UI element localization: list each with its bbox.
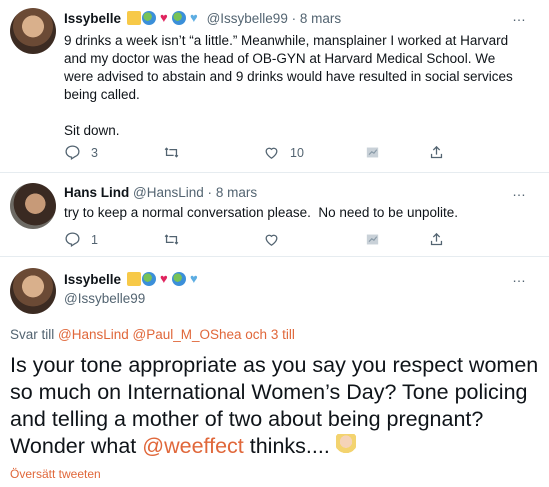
analytics-button[interactable] [364,144,381,161]
reply-icon [65,145,80,161]
mention-link[interactable]: @weeffect [142,434,244,458]
reply-to-line: Svar till @HansLind @Paul_M_OShea och 3 … [10,327,295,342]
reply-count: 1 [91,232,98,247]
separator-dot: · [291,11,297,26]
others-link[interactable]: och 3 till [242,327,295,342]
analytics-icon [366,147,379,158]
earth-icon [171,272,186,286]
share-icon [430,232,443,246]
like-count: 10 [290,145,304,160]
display-name[interactable]: Issybelle [64,11,121,26]
reply-prefix: Svar till [10,327,59,342]
avatar[interactable] [10,268,56,314]
tweet-issybelle-1[interactable]: Issybelle ♥ ♥ @Issybelle99 · 8 mars … 9 … [0,0,549,170]
earth-icon [141,11,156,25]
family-icon [126,11,141,25]
like-button[interactable] [263,231,280,248]
reply-button[interactable]: 3 [64,144,98,161]
heart-icon: ♥ [159,271,168,286]
reply-button[interactable]: 1 [64,231,98,248]
woman-shrugging-icon [335,434,356,456]
more-options-icon[interactable]: … [512,269,527,285]
retweet-button[interactable] [163,231,180,248]
share-icon [430,145,443,159]
analytics-button[interactable] [364,231,381,248]
share-button[interactable] [428,144,445,161]
more-options-icon[interactable]: … [512,8,527,24]
display-name[interactable]: Hans Lind [64,185,129,200]
user-handle[interactable]: @HansLind [133,185,204,200]
analytics-icon [366,234,379,245]
tweet-date[interactable]: 8 mars [216,185,257,200]
share-button[interactable] [428,231,445,248]
retweet-icon [164,234,179,245]
like-button[interactable]: 10 [263,144,304,161]
tweet-header: Hans Lind @HansLind · 8 mars [64,184,257,202]
more-options-icon[interactable]: … [512,183,527,199]
translate-tweet-link[interactable]: Översätt tweeten [10,467,101,481]
separator-dot: · [207,185,213,200]
heart-outline-icon [265,147,278,159]
avatar[interactable] [10,8,56,54]
name-emojis: ♥ ♥ [126,271,201,286]
earth-icon [141,272,156,286]
display-name[interactable]: Issybelle [64,272,121,287]
blue-heart-icon: ♥ [189,10,198,25]
mention-link[interactable]: @Paul_M_OShea [133,327,242,342]
family-icon [126,272,141,286]
retweet-button[interactable] [163,144,180,161]
tweet-body: try to keep a normal conversation please… [64,205,458,220]
heart-icon: ♥ [159,10,168,25]
avatar[interactable] [10,183,56,229]
user-handle[interactable]: @Issybelle99 [207,11,288,26]
tweet-date[interactable]: 8 mars [300,11,341,26]
tweet-body: Is your tone appropriate as you say you … [10,352,540,460]
mention-link[interactable]: @HansLind [58,327,129,342]
tweet-header: Issybelle ♥ ♥ [64,271,203,289]
name-emojis: ♥ ♥ [126,10,201,25]
earth-icon [171,11,186,25]
reply-count: 3 [91,145,98,160]
retweet-icon [164,147,179,158]
reply-icon [65,232,80,248]
tweet-hanslind[interactable]: Hans Lind @HansLind · 8 mars … try to ke… [0,173,549,257]
body-text: thinks.... [243,434,336,458]
tweet-header: Issybelle ♥ ♥ @Issybelle99 · 8 mars [64,10,341,28]
user-handle[interactable]: @Issybelle99 [64,290,145,308]
blue-heart-icon: ♥ [189,271,198,286]
heart-outline-icon [265,234,278,246]
tweet-body: 9 drinks a week isn’t “a little.” Meanwh… [64,33,513,138]
